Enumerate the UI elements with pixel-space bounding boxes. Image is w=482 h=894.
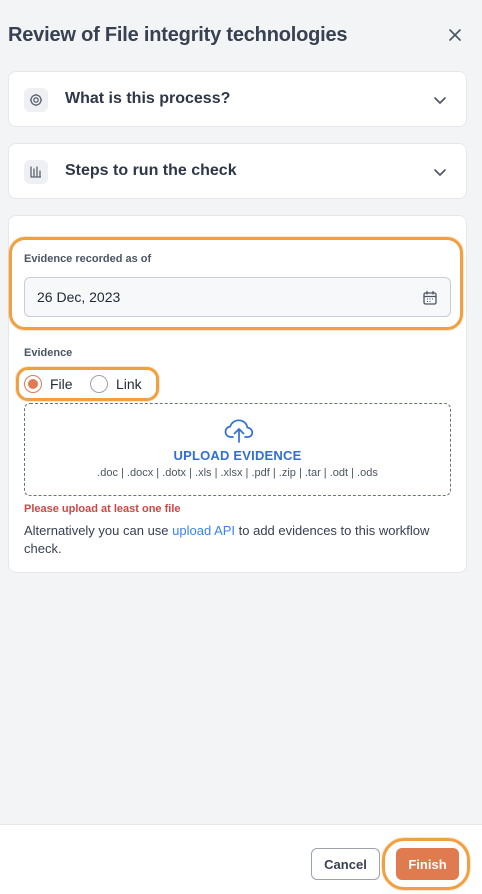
upload-api-link[interactable]: upload API	[172, 523, 235, 538]
cancel-button[interactable]: Cancel	[311, 848, 380, 880]
gear-icon	[24, 88, 48, 112]
close-button[interactable]	[444, 24, 466, 46]
finish-highlight-ring	[382, 838, 470, 890]
page-title: Review of File integrity technologies	[8, 24, 348, 46]
evidence-label: Evidence	[24, 347, 73, 359]
upload-title: UPLOAD EVIDENCE	[173, 448, 302, 463]
chevron-down-icon	[434, 169, 446, 176]
upload-error-message: Please upload at least one file	[24, 503, 181, 515]
date-highlight-ring	[9, 237, 463, 330]
accordion-label: Steps to run the check	[65, 162, 237, 179]
panel-header: Review of File integrity technologies	[0, 0, 482, 70]
chevron-down-icon	[434, 97, 446, 104]
help-text-before: Alternatively you can use	[24, 523, 173, 538]
accordion-steps[interactable]: Steps to run the check	[8, 143, 467, 199]
upload-file-types: .doc | .docx | .dotx | .xls | .xlsx | .p…	[97, 467, 378, 479]
accordion-what-is-process[interactable]: What is this process?	[8, 71, 467, 127]
cloud-upload-icon	[224, 419, 254, 443]
upload-dropzone[interactable]: UPLOAD EVIDENCE .doc | .docx | .dotx | .…	[24, 403, 451, 496]
steps-icon	[24, 160, 48, 184]
help-text: Alternatively you can use upload API to …	[24, 522, 454, 558]
close-icon	[449, 29, 461, 41]
accordion-label: What is this process?	[65, 90, 231, 107]
radio-highlight-ring	[16, 367, 159, 401]
